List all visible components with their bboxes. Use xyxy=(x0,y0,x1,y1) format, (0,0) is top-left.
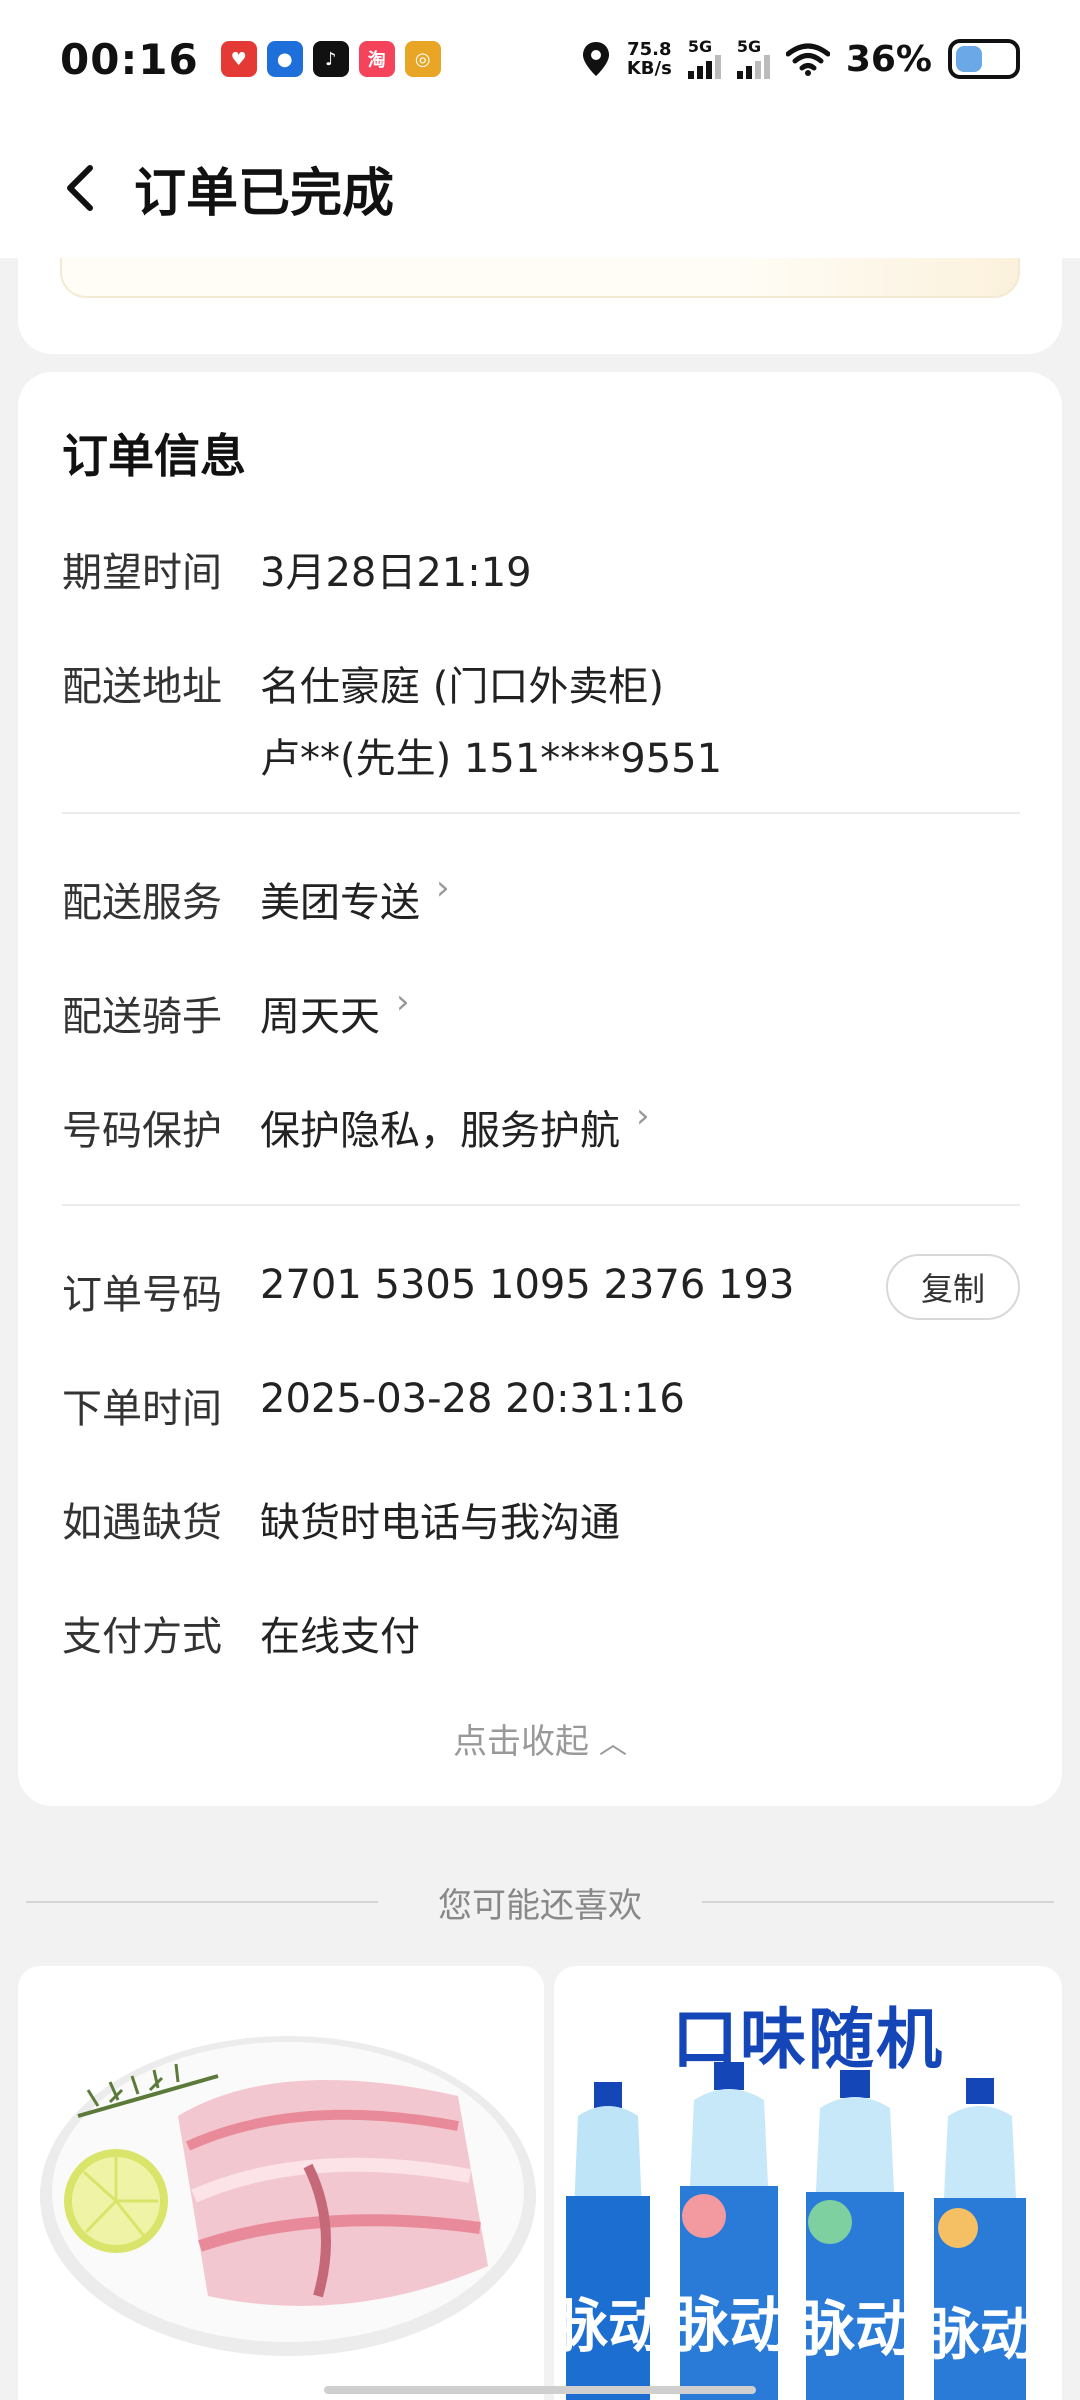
recommendations-header: 您可能还喜欢 xyxy=(0,1872,1080,1932)
chevron-up-icon: ︿ xyxy=(598,1727,627,1760)
status-card-banner xyxy=(60,258,1020,298)
network-speed: 75.8 KB/s xyxy=(626,39,672,79)
product-card-pork[interactable] xyxy=(18,1966,544,2400)
address-value: 名仕豪庭 (门口外卖柜) 卢**(先生) 151****9551 xyxy=(260,654,722,784)
status-card xyxy=(18,258,1062,354)
page-title: 订单已完成 xyxy=(134,163,395,224)
shopping-app-icon-1: ♥ xyxy=(220,41,257,77)
order-time-label: 下单时间 xyxy=(62,1386,222,1432)
svg-text:脉动: 脉动 xyxy=(669,2291,789,2361)
address-row: 配送地址 名仕豪庭 (门口外卖柜) 卢**(先生) 151****9551 xyxy=(62,654,722,784)
chevron-right-icon: › xyxy=(396,982,410,1022)
out-of-stock-value: 缺货时电话与我沟通 xyxy=(260,1500,620,1546)
address-label: 配送地址 xyxy=(62,664,222,710)
payment-label: 支付方式 xyxy=(62,1614,222,1660)
status-indicators: 75.8 KB/s 5G 5G 36% xyxy=(581,39,1020,80)
pork-belly-image xyxy=(40,2036,536,2356)
back-arrow-icon[interactable] xyxy=(60,162,100,214)
divider xyxy=(702,1901,1054,1903)
order-number-label: 订单号码 xyxy=(62,1272,222,1318)
number-protection-value[interactable]: 保护隐私，服务护航 xyxy=(260,1098,620,1156)
location-icon xyxy=(582,42,609,76)
delivery-service-label: 配送服务 xyxy=(62,880,222,926)
order-time-value: 2025-03-28 20:31:16 xyxy=(260,1376,685,1422)
collapse-label: 点击收起 xyxy=(452,1722,589,1762)
divider xyxy=(62,812,1020,814)
shopping-app-icon-2: ● xyxy=(266,41,303,77)
svg-text:脉动: 脉动 xyxy=(554,2292,666,2360)
address-line1: 名仕豪庭 (门口外卖柜) xyxy=(260,664,664,710)
expected-time-value: 3月28日21:19 xyxy=(260,550,532,596)
rider-label: 配送骑手 xyxy=(62,994,222,1040)
home-indicator[interactable] xyxy=(324,2386,756,2394)
expected-time-row: 期望时间 3月28日21:19 xyxy=(62,540,532,598)
status-time: 00:16 xyxy=(60,34,199,84)
camera-app-icon: ◎ xyxy=(404,41,441,77)
payment-value: 在线支付 xyxy=(260,1614,420,1660)
address-contact: 卢**(先生) 151****9551 xyxy=(260,736,723,782)
product-card-drinks[interactable]: 口味随机 脉动 脉动 脉动 脉动 xyxy=(554,1966,1062,2400)
chevron-right-icon: › xyxy=(436,868,450,908)
order-info-card: 订单信息 期望时间 3月28日21:19 配送地址 名仕豪庭 (门口外卖柜) 卢… xyxy=(18,372,1062,1806)
svg-text:脉动: 脉动 xyxy=(924,2303,1036,2368)
page-header: 订单已完成 xyxy=(0,118,1080,258)
payment-row: 支付方式 在线支付 xyxy=(62,1604,420,1662)
wifi-icon xyxy=(785,43,830,76)
number-protection-row[interactable]: 号码保护 保护隐私，服务护航 › xyxy=(62,1096,650,1156)
order-number-value: 2701 5305 1095 2376 193 xyxy=(260,1262,795,1308)
rider-value[interactable]: 周天天 xyxy=(260,984,380,1042)
taobao-icon: 淘 xyxy=(358,41,395,77)
collapse-button[interactable]: 点击收起 ︿ xyxy=(18,1714,1062,1763)
delivery-service-row[interactable]: 配送服务 美团专送 › xyxy=(62,868,450,928)
tiktok-icon: ♪ xyxy=(312,41,349,77)
expected-time-label: 期望时间 xyxy=(62,550,222,596)
out-of-stock-row: 如遇缺货 缺货时电话与我沟通 xyxy=(62,1490,620,1548)
signal-sim1-icon: 5G xyxy=(687,39,721,79)
recommendations-title: 您可能还喜欢 xyxy=(438,1885,642,1926)
battery-percent: 36% xyxy=(845,38,932,80)
status-bar: 00:16 ♥ ● ♪ 淘 ◎ 75.8 KB/s 5G 5G 36% xyxy=(0,0,1080,118)
order-time-row: 下单时间 2025-03-28 20:31:16 xyxy=(62,1376,685,1434)
product-headline: 口味随机 xyxy=(672,2001,944,2078)
number-protection-label: 号码保护 xyxy=(62,1108,222,1154)
chevron-right-icon: › xyxy=(636,1096,650,1136)
battery-icon xyxy=(948,39,1020,79)
rider-row[interactable]: 配送骑手 周天天 › xyxy=(62,982,410,1042)
order-info-title: 订单信息 xyxy=(62,429,246,483)
signal-sim2-icon: 5G xyxy=(736,39,770,79)
divider xyxy=(62,1204,1020,1206)
svg-text:脉动: 脉动 xyxy=(795,2295,915,2365)
out-of-stock-label: 如遇缺货 xyxy=(62,1500,222,1546)
divider xyxy=(26,1901,378,1903)
copy-button[interactable]: 复制 xyxy=(886,1254,1020,1320)
delivery-service-value[interactable]: 美团专送 xyxy=(260,870,420,928)
order-number-row: 订单号码 2701 5305 1095 2376 193 xyxy=(62,1262,794,1320)
notification-icons: ♥ ● ♪ 淘 ◎ xyxy=(220,41,441,77)
